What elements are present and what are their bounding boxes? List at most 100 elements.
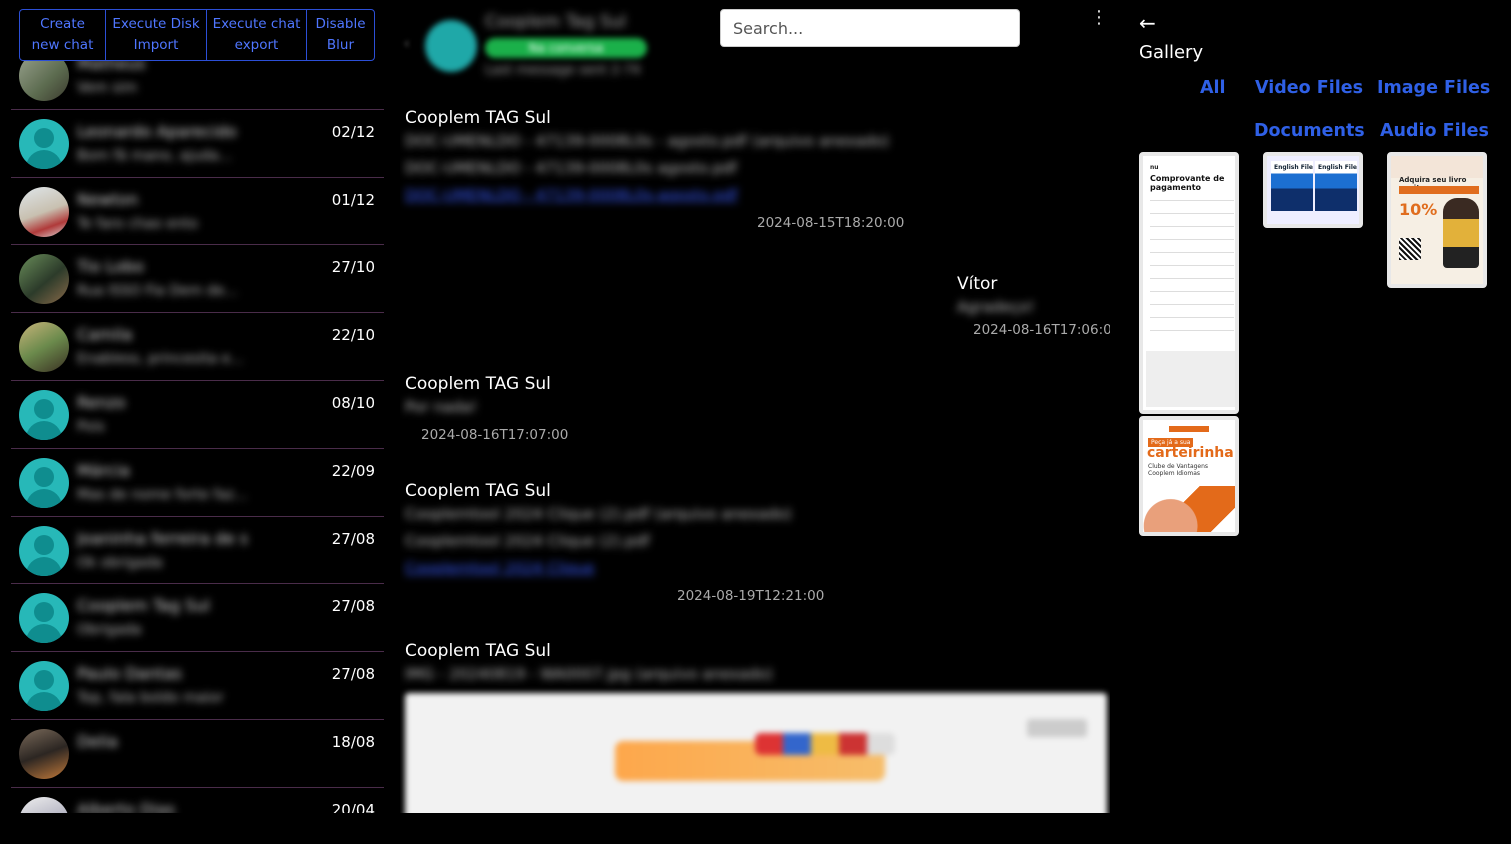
chat-date: 08/10 [331,393,375,412]
avatar [19,389,69,440]
chat-date: 02/12 [331,122,375,141]
attachment-link[interactable]: DOC-UMENLDO - 47139-0008L0s-agosto.pdf [405,182,905,209]
message-text: IMG - 20240819 - WA0007.jpg (arquivo ane… [405,665,773,683]
chat-date: 27/08 [331,665,375,684]
image-flags [755,733,895,755]
receipt-rows [1150,200,1234,343]
chat-preview: Bom fã mano, ajuda... [77,147,232,164]
chat-date: 27/10 [331,258,375,277]
message-text: Por nada! [405,398,478,416]
gallery-thumbnail-card[interactable]: Peça já a sua carteirinha Clube de Vanta… [1139,416,1239,536]
message: Cooplem TAG Sul Por nada! 2024-08-16T17:… [405,374,605,446]
chat-list-item[interactable]: Camila Enabless, princesita e... 22/10 [11,313,384,381]
tab-audio-files[interactable]: Audio Files [1380,121,1489,141]
chat-preview: Obrigada [77,622,142,639]
chat-list-item[interactable]: Paulo Dantas Top, fala boldo maior 27/08 [11,652,384,720]
message: Cooplem TAG Sul IMG - 20240819 - WA0007.… [405,641,1107,813]
receipt-logo: nu [1150,164,1159,171]
receipt-title: Comprovante de pagamento [1150,174,1225,192]
chat-preview: Top, fala boldo maior [77,690,224,707]
chat-list-item[interactable]: Alberto Dias 20/04 [11,788,384,813]
message-timestamp: 2024-08-16T17:07:00 [421,427,569,443]
message-text: Cooplemtool 2024 Clique (2).pdf [405,532,650,550]
tab-video-files[interactable]: Video Files [1255,78,1363,98]
message-sender: Cooplem TAG Sul [405,481,551,501]
gallery-panel: ← Gallery All Video Files Image Files Do… [1130,0,1511,844]
avatar [19,525,69,576]
message-sender: Cooplem TAG Sul [405,374,551,394]
avatar [19,118,69,169]
message-timestamp: 2024-08-15T18:20:00 [757,215,905,231]
chat-date: 22/09 [331,461,375,480]
attachment-link[interactable]: Cooplemtool 2024 Clique [405,555,845,582]
card-logo [1169,426,1209,432]
message: Vítor Agradeço! 2024-08-16T17:06:00 [957,274,1110,344]
avatar [19,457,69,508]
tab-image-files[interactable]: Image Files [1377,78,1490,98]
message-text: Cooplemtool 2024 Clique (2).pdf (arquivo… [405,505,792,523]
message-sender: Vítor [957,274,998,294]
image-corner-mark [1027,719,1087,737]
tab-documents[interactable]: Documents [1254,121,1365,141]
gallery-thumbnail-books[interactable]: English File English File [1263,152,1363,228]
chat-date: 27/08 [331,597,375,616]
message-sender: Cooplem TAG Sul [405,641,551,661]
chat-preview: Ok obrigada [77,554,163,571]
contact-status-badge: Na conversa [485,38,647,58]
book-label: English File [1318,164,1357,171]
chat-list-item[interactable]: Newton Te faro chao ento 01/12 [11,178,384,246]
avatar [19,593,69,644]
message-list: Cooplem TAG Sul DOC-UMENLDO - 47139-0008… [400,100,1110,813]
execute-chat-export-button[interactable]: Execute chat export [207,10,307,60]
message-timestamp: 2024-08-16T17:06:00 [973,322,1110,338]
avatar [19,728,69,779]
message-image[interactable] [405,693,1107,813]
card-image [1143,486,1235,532]
poster-strip [1399,186,1479,194]
chat-name: Delia [77,731,118,751]
poster-header [1391,156,1483,178]
chat-list-item[interactable]: Joaninha ferreira de sp Ok obrigada 27/08 [11,517,384,585]
gallery-title: Gallery [1139,42,1204,63]
message: Cooplem TAG Sul Cooplemtool 2024 Clique … [405,481,845,606]
chat-list-item[interactable]: Leonardo Aparecido Bom fã mano, ajuda... 0… [11,110,384,178]
chat-name: Tio Lobo [77,257,144,277]
chat-date: 27/08 [331,529,375,548]
chat-header: ‹ Cooplem Tag Sul Na conversa Last messa… [400,8,700,83]
gallery-thumbnail-poster[interactable]: Adquira seu livro aqui! 10% [1387,152,1487,288]
back-arrow-icon[interactable]: ← [1139,11,1156,35]
chat-list-item[interactable]: Cooplem Tag Sul Obrigada 27/08 [11,584,384,653]
card-subtitle: Clube de Vantagens Cooplem Idiomas [1148,463,1209,477]
contact-status-text: Last message sent 2-74 [485,63,641,78]
chat-preview: Pois [77,418,105,435]
back-icon[interactable]: ‹ [404,36,410,52]
chat-name: Paulo Dantas [77,664,182,684]
poster-person [1443,198,1479,268]
chat-list-item[interactable]: Tio Lobo Rua ISSO Fia Dem de... 27/10 [11,245,384,314]
chat-name: Joaninha ferreira de sp [77,528,247,548]
disable-blur-button[interactable]: Disable Blur [307,10,374,60]
qr-code-icon [1399,238,1421,260]
contact-avatar[interactable] [425,20,477,72]
create-new-chat-button[interactable]: Create new chat [20,10,106,60]
gallery-thumbnail-receipt[interactable]: nu Comprovante de pagamento [1139,152,1239,414]
message-text: DOC-UMENLDO - 47139-0008L0s agosto.pdf [405,159,737,177]
avatar [19,796,69,813]
message-timestamp: 2024-08-19T12:21:00 [677,588,825,604]
chat-list-item[interactable]: Delia 18/08 [11,720,384,788]
chat-list-item[interactable]: Renzo Pois 08/10 [11,381,384,449]
tab-all[interactable]: All [1200,78,1226,98]
chat-preview: Te faro chao ento [77,215,198,232]
more-options-icon[interactable]: ⋮ [1089,8,1109,28]
message-sender: Cooplem TAG Sul [405,108,551,128]
receipt-footer [1146,351,1235,407]
chat-preview: Vem sim [77,80,138,96]
execute-disk-import-button[interactable]: Execute Disk Import [106,10,207,60]
chat-list-item[interactable]: Márcia Mas de nome forte faz... 22/09 [11,449,384,517]
avatar [19,186,69,237]
message-text: DOC-UMENLDO - 47139-0008L0s - agosto.pdf… [405,132,890,150]
search-input[interactable] [720,9,1020,47]
chat-name: Newton [77,189,139,209]
toolbar: Create new chat Execute Disk Import Exec… [19,9,375,61]
contact-name: Cooplem Tag Sul [485,12,627,32]
